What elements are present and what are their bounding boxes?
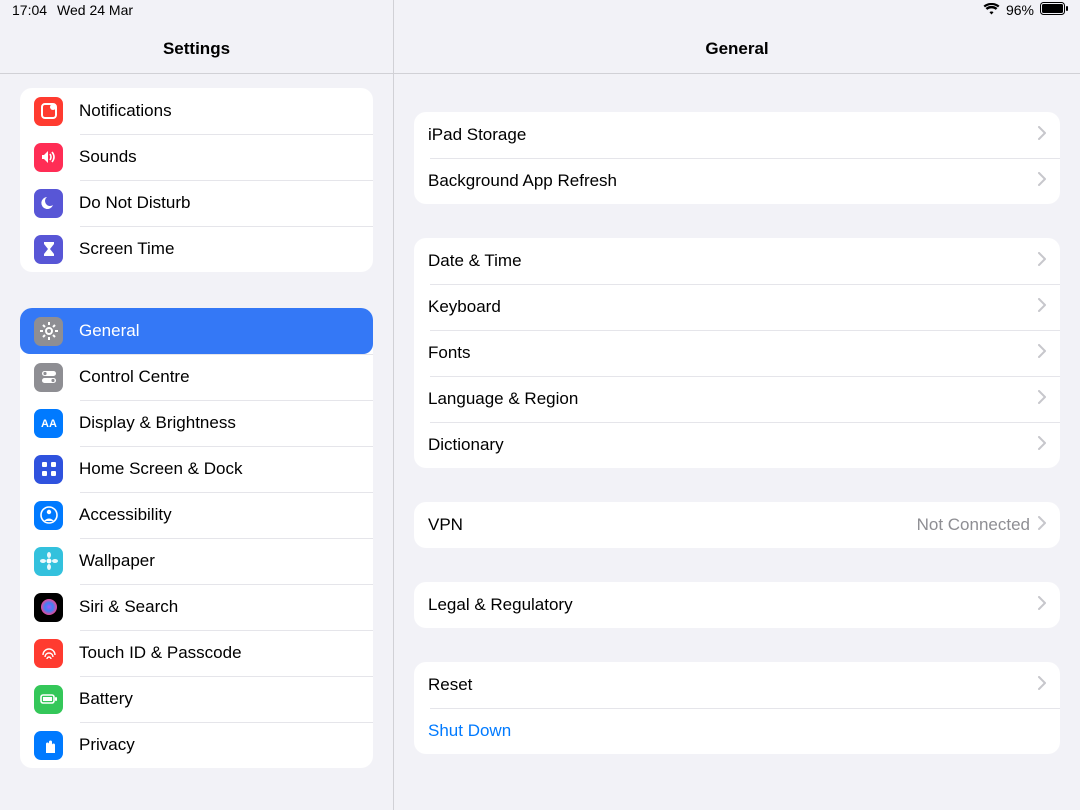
detail-row-value: Not Connected xyxy=(917,515,1030,535)
chevron-right-icon xyxy=(1038,515,1046,535)
detail-group: iPad Storage Background App Refresh xyxy=(414,112,1060,204)
gear-icon xyxy=(34,317,63,346)
detail-row-ipad-storage[interactable]: iPad Storage xyxy=(414,112,1060,158)
chevron-right-icon xyxy=(1038,251,1046,271)
detail-group: Reset Shut Down xyxy=(414,662,1060,754)
detail-row-label: Background App Refresh xyxy=(428,171,1030,191)
sidebar-item-do-not-disturb[interactable]: Do Not Disturb xyxy=(20,180,373,226)
detail-row-label: iPad Storage xyxy=(428,125,1030,145)
detail-row-keyboard[interactable]: Keyboard xyxy=(414,284,1060,330)
chevron-right-icon xyxy=(1038,343,1046,363)
person-icon xyxy=(34,501,63,530)
sidebar-group: General Control Centre AA Display & Brig… xyxy=(20,308,373,768)
detail-row-label: Keyboard xyxy=(428,297,1030,317)
sidebar-item-label: Wallpaper xyxy=(79,551,359,571)
sounds-icon xyxy=(34,143,63,172)
detail-row-reset[interactable]: Reset xyxy=(414,662,1060,708)
detail-title: General xyxy=(705,39,768,59)
detail-row-label: Date & Time xyxy=(428,251,1030,271)
svg-text:AA: AA xyxy=(41,418,57,430)
sidebar-item-label: Accessibility xyxy=(79,505,359,525)
detail-row-legal-regulatory[interactable]: Legal & Regulatory xyxy=(414,582,1060,628)
chevron-right-icon xyxy=(1038,435,1046,455)
status-bar: 17:04 Wed 24 Mar 96% xyxy=(0,0,1080,20)
sidebar-item-label: Do Not Disturb xyxy=(79,193,359,213)
detail-row-language-region[interactable]: Language & Region xyxy=(414,376,1060,422)
detail-row-label: Shut Down xyxy=(428,721,1046,741)
detail-row-date-time[interactable]: Date & Time xyxy=(414,238,1060,284)
sidebar-item-label: Battery xyxy=(79,689,359,709)
sidebar-item-siri-search[interactable]: Siri & Search xyxy=(20,584,373,630)
fingerprint-icon xyxy=(34,639,63,668)
chevron-right-icon xyxy=(1038,389,1046,409)
sidebar-item-control-centre[interactable]: Control Centre xyxy=(20,354,373,400)
detail-row-label: Reset xyxy=(428,675,1030,695)
switches-icon xyxy=(34,363,63,392)
detail-row-label: Fonts xyxy=(428,343,1030,363)
siri-icon xyxy=(34,593,63,622)
sidebar-item-label: Siri & Search xyxy=(79,597,359,617)
sidebar-item-label: General xyxy=(79,321,359,341)
sidebar-item-display-brightness[interactable]: AA Display & Brightness xyxy=(20,400,373,446)
sidebar-group: Notifications Sounds Do Not Disturb Scre… xyxy=(20,88,373,272)
sidebar-item-general[interactable]: General xyxy=(20,308,373,354)
hourglass-icon xyxy=(34,235,63,264)
chevron-right-icon xyxy=(1038,125,1046,145)
sidebar-item-home-screen-dock[interactable]: Home Screen & Dock xyxy=(20,446,373,492)
status-date: Wed 24 Mar xyxy=(57,2,133,18)
hand-icon xyxy=(34,731,63,760)
detail-row-vpn[interactable]: VPNNot Connected xyxy=(414,502,1060,548)
sidebar-item-label: Control Centre xyxy=(79,367,359,387)
sidebar-item-label: Sounds xyxy=(79,147,359,167)
detail-group: Legal & Regulatory xyxy=(414,582,1060,628)
aa-icon: AA xyxy=(34,409,63,438)
sidebar-title: Settings xyxy=(163,39,230,59)
detail-row-dictionary[interactable]: Dictionary xyxy=(414,422,1060,468)
chevron-right-icon xyxy=(1038,297,1046,317)
sidebar-item-screen-time[interactable]: Screen Time xyxy=(20,226,373,272)
chevron-right-icon xyxy=(1038,595,1046,615)
detail-group: Date & Time Keyboard Fonts Language & Regio… xyxy=(414,238,1060,468)
battery-icon xyxy=(34,685,63,714)
sidebar-item-notifications[interactable]: Notifications xyxy=(20,88,373,134)
detail-group: VPNNot Connected xyxy=(414,502,1060,548)
grid-icon xyxy=(34,455,63,484)
sidebar-item-battery[interactable]: Battery xyxy=(20,676,373,722)
sidebar-item-label: Privacy xyxy=(79,735,359,755)
notifications-icon xyxy=(34,97,63,126)
sidebar-item-touch-id-passcode[interactable]: Touch ID & Passcode xyxy=(20,630,373,676)
status-battery-text: 96% xyxy=(1006,2,1034,18)
detail-row-background-app-refresh[interactable]: Background App Refresh xyxy=(414,158,1060,204)
sidebar-item-sounds[interactable]: Sounds xyxy=(20,134,373,180)
sidebar-item-label: Touch ID & Passcode xyxy=(79,643,359,663)
sidebar-item-accessibility[interactable]: Accessibility xyxy=(20,492,373,538)
detail-row-label: VPN xyxy=(428,515,917,535)
sidebar-item-label: Notifications xyxy=(79,101,359,121)
detail-row-label: Language & Region xyxy=(428,389,1030,409)
status-time: 17:04 xyxy=(12,2,47,18)
detail-row-label: Legal & Regulatory xyxy=(428,595,1030,615)
detail-row-fonts[interactable]: Fonts xyxy=(414,330,1060,376)
detail-row-shut-down[interactable]: Shut Down xyxy=(414,708,1060,754)
sidebar-item-label: Display & Brightness xyxy=(79,413,359,433)
sidebar-item-label: Home Screen & Dock xyxy=(79,459,359,479)
sidebar-item-label: Screen Time xyxy=(79,239,359,259)
battery-icon xyxy=(1040,2,1068,18)
flower-icon xyxy=(34,547,63,576)
wifi-icon xyxy=(983,2,1000,18)
detail-row-label: Dictionary xyxy=(428,435,1030,455)
chevron-right-icon xyxy=(1038,171,1046,191)
moon-icon xyxy=(34,189,63,218)
chevron-right-icon xyxy=(1038,675,1046,695)
sidebar-item-wallpaper[interactable]: Wallpaper xyxy=(20,538,373,584)
sidebar-item-privacy[interactable]: Privacy xyxy=(20,722,373,768)
